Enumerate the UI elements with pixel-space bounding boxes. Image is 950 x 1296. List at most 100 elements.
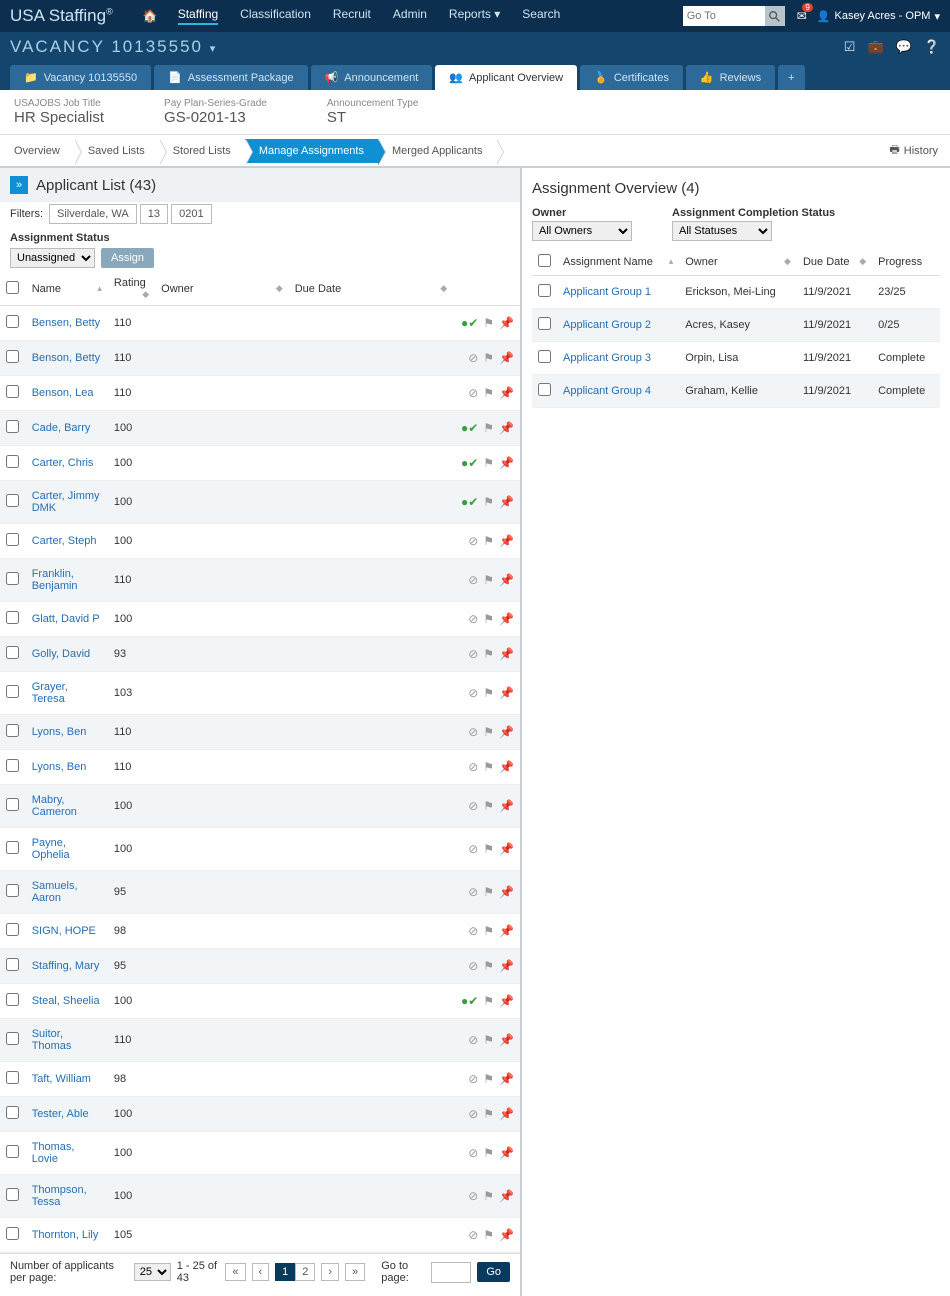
tab-certificates[interactable]: 🏅Certificates — [580, 65, 683, 90]
select-all-assignments-checkbox[interactable] — [538, 254, 551, 267]
owner-select[interactable]: All Owners — [532, 221, 632, 241]
row-checkbox[interactable] — [6, 611, 19, 624]
filter-tag[interactable]: 13 — [140, 204, 168, 224]
pin-icon[interactable]: 📌 — [499, 612, 514, 626]
applicant-name-link[interactable]: Thomas, Lovie — [32, 1141, 75, 1165]
pin-icon[interactable]: 📌 — [499, 316, 514, 330]
flag-icon[interactable]: ⚑ — [483, 386, 494, 400]
row-checkbox[interactable] — [6, 646, 19, 659]
pin-icon[interactable]: 📌 — [499, 386, 514, 400]
applicant-name-link[interactable]: Bensen, Betty — [32, 317, 101, 329]
applicant-name-link[interactable]: Samuels, Aaron — [32, 880, 78, 904]
col-assignment-due[interactable]: Due Date — [803, 256, 849, 268]
flag-icon[interactable]: ⚑ — [483, 495, 494, 509]
flag-icon[interactable]: ⚑ — [483, 686, 494, 700]
collapse-icon[interactable]: » — [10, 176, 28, 194]
nav-admin[interactable]: Admin — [393, 7, 427, 25]
subtab-manage-assignments[interactable]: Manage Assignments — [245, 139, 378, 163]
row-checkbox[interactable] — [538, 284, 551, 297]
row-checkbox[interactable] — [6, 455, 19, 468]
pin-icon[interactable]: 📌 — [499, 725, 514, 739]
subtab-stored-lists[interactable]: Stored Lists — [159, 139, 245, 163]
pin-icon[interactable]: 📌 — [499, 686, 514, 700]
applicant-name-link[interactable]: Grayer, Teresa — [32, 681, 68, 705]
applicant-name-link[interactable]: Carter, Steph — [32, 535, 97, 547]
assignment-name-link[interactable]: Applicant Group 1 — [563, 286, 651, 298]
row-checkbox[interactable] — [538, 383, 551, 396]
applicant-name-link[interactable]: Cade, Barry — [32, 422, 91, 434]
flag-icon[interactable]: ⚑ — [483, 573, 494, 587]
applicant-name-link[interactable]: Carter, Chris — [32, 457, 94, 469]
pin-icon[interactable]: 📌 — [499, 495, 514, 509]
gotopage-input[interactable] — [431, 1262, 471, 1283]
col-owner[interactable]: Owner — [161, 283, 193, 295]
assign-button[interactable]: Assign — [101, 248, 154, 268]
assignment-name-link[interactable]: Applicant Group 2 — [563, 319, 651, 331]
pin-icon[interactable]: 📌 — [499, 1033, 514, 1047]
flag-icon[interactable]: ⚑ — [483, 842, 494, 856]
col-due[interactable]: Due Date — [295, 283, 341, 295]
flag-icon[interactable]: ⚑ — [483, 421, 494, 435]
pin-icon[interactable]: 📌 — [499, 534, 514, 548]
add-tab-button[interactable]: + — [778, 65, 804, 90]
nav-reports[interactable]: Reports ▾ — [449, 7, 500, 25]
row-checkbox[interactable] — [6, 685, 19, 698]
flag-icon[interactable]: ⚑ — [483, 1107, 494, 1121]
pin-icon[interactable]: 📌 — [499, 573, 514, 587]
gotopage-button[interactable]: Go — [477, 1262, 510, 1282]
pin-icon[interactable]: 📌 — [499, 1228, 514, 1242]
row-checkbox[interactable] — [6, 350, 19, 363]
subtab-saved-lists[interactable]: Saved Lists — [74, 139, 159, 163]
subtab-merged-applicants[interactable]: Merged Applicants — [378, 139, 497, 163]
row-checkbox[interactable] — [6, 1227, 19, 1240]
flag-icon[interactable]: ⚑ — [483, 1189, 494, 1203]
applicant-name-link[interactable]: Thornton, Lily — [32, 1229, 99, 1241]
col-name[interactable]: Name — [32, 283, 61, 295]
page-number-button[interactable]: 1 — [275, 1263, 295, 1281]
row-checkbox[interactable] — [6, 841, 19, 854]
row-checkbox[interactable] — [6, 993, 19, 1006]
briefcase-icon[interactable]: 💼 — [867, 39, 883, 55]
prev-page-button[interactable]: ‹ — [252, 1263, 270, 1281]
row-checkbox[interactable] — [6, 884, 19, 897]
mail-icon[interactable]: ✉9 — [797, 9, 807, 23]
last-page-button[interactable]: » — [345, 1263, 365, 1281]
pin-icon[interactable]: 📌 — [499, 1146, 514, 1160]
col-rating[interactable]: Rating — [114, 277, 146, 289]
filter-tag[interactable]: Silverdale, WA — [49, 204, 137, 224]
applicant-name-link[interactable]: Franklin, Benjamin — [32, 568, 78, 592]
row-checkbox[interactable] — [6, 1145, 19, 1158]
pin-icon[interactable]: 📌 — [499, 1072, 514, 1086]
row-checkbox[interactable] — [6, 1032, 19, 1045]
flag-icon[interactable]: ⚑ — [483, 316, 494, 330]
flag-icon[interactable]: ⚑ — [483, 456, 494, 470]
applicant-name-link[interactable]: Glatt, David P — [32, 613, 100, 625]
tab-vacancy-10135550[interactable]: 📁Vacancy 10135550 — [10, 65, 151, 90]
applicant-name-link[interactable]: Benson, Betty — [32, 352, 101, 364]
applicant-name-link[interactable]: Lyons, Ben — [32, 761, 87, 773]
flag-icon[interactable]: ⚑ — [483, 725, 494, 739]
assignment-status-select[interactable]: Unassigned — [10, 248, 95, 268]
completion-status-select[interactable]: All Statuses — [672, 221, 772, 241]
pin-icon[interactable]: 📌 — [499, 351, 514, 365]
flag-icon[interactable]: ⚑ — [483, 612, 494, 626]
filter-tag[interactable]: 0201 — [171, 204, 211, 224]
row-checkbox[interactable] — [6, 724, 19, 737]
tab-reviews[interactable]: 👍Reviews — [686, 65, 775, 90]
flag-icon[interactable]: ⚑ — [483, 760, 494, 774]
select-all-checkbox[interactable] — [6, 281, 19, 294]
history-button[interactable]: 🖶 History — [877, 135, 950, 166]
row-checkbox[interactable] — [6, 759, 19, 772]
help-icon[interactable]: ❔ — [924, 39, 940, 55]
nav-recruit[interactable]: Recruit — [333, 7, 371, 25]
row-checkbox[interactable] — [6, 923, 19, 936]
applicant-name-link[interactable]: Golly, David — [32, 648, 90, 660]
pin-icon[interactable]: 📌 — [499, 1107, 514, 1121]
pin-icon[interactable]: 📌 — [499, 842, 514, 856]
pin-icon[interactable]: 📌 — [499, 959, 514, 973]
flag-icon[interactable]: ⚑ — [483, 1033, 494, 1047]
applicant-name-link[interactable]: SIGN, HOPE — [32, 925, 96, 937]
pin-icon[interactable]: 📌 — [499, 1189, 514, 1203]
row-checkbox[interactable] — [6, 1071, 19, 1084]
applicant-name-link[interactable]: Mabry, Cameron — [32, 794, 77, 818]
